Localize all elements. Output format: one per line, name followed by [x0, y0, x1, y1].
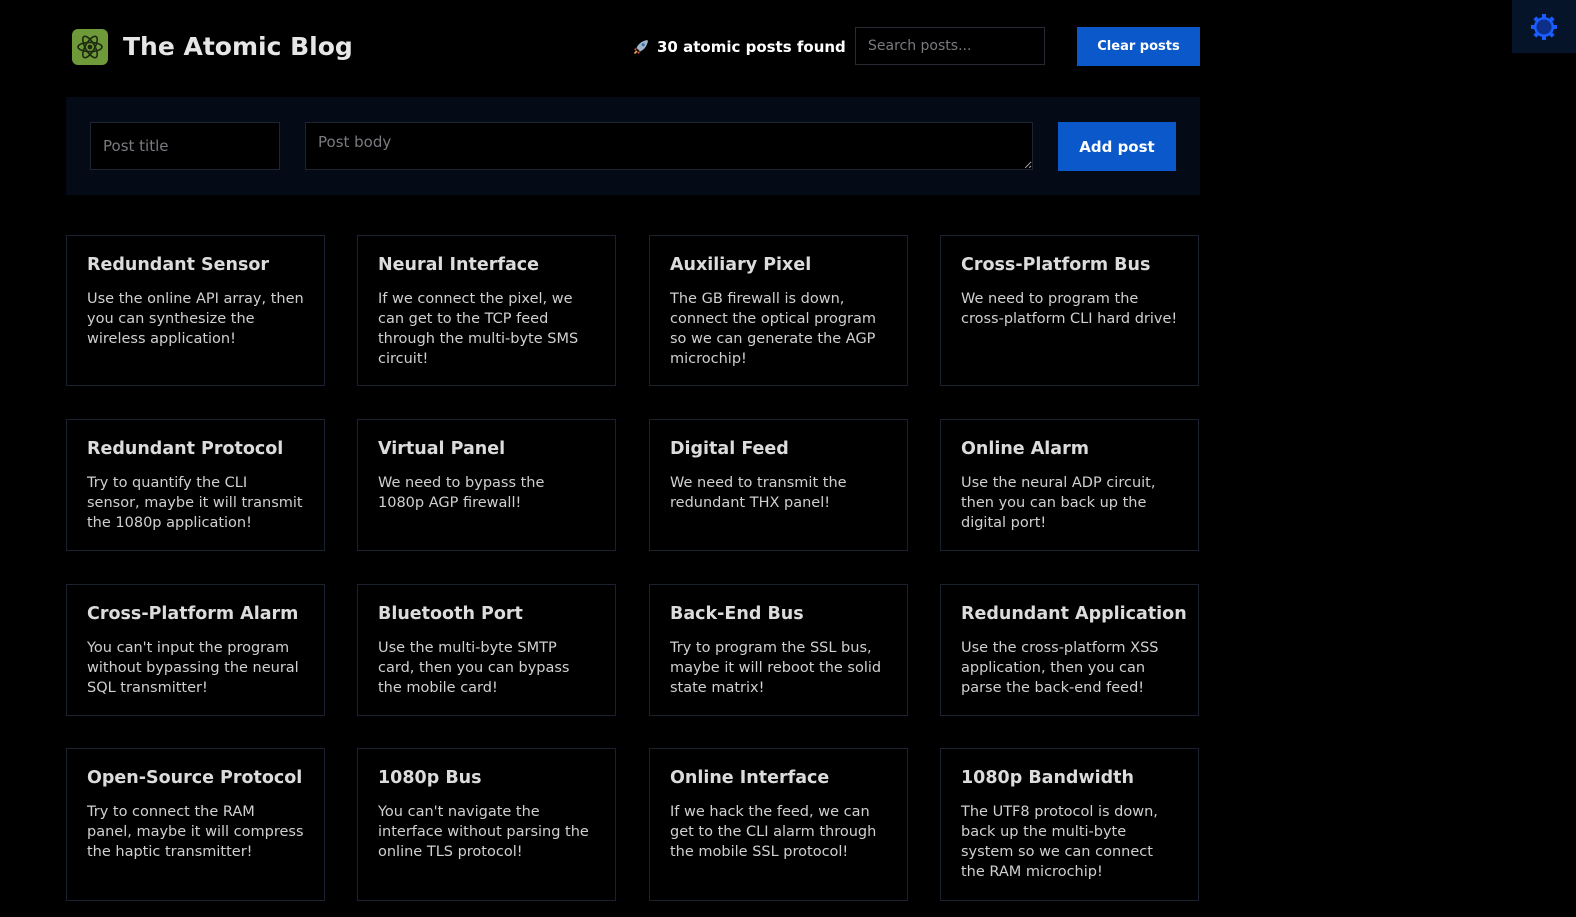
- post-title: Digital Feed: [670, 439, 789, 459]
- post-card: Redundant Sensor Use the online API arra…: [66, 235, 325, 386]
- post-card: Open-Source Protocol Try to connect the …: [66, 748, 325, 901]
- post-body: We need to transmit the redundant THX pa…: [670, 475, 847, 511]
- post-body: You can't input the program without bypa…: [87, 640, 299, 696]
- post-title: Open-Source Protocol: [87, 768, 303, 788]
- atom-icon: [72, 29, 108, 65]
- post-title: 1080p Bandwidth: [961, 768, 1134, 788]
- post-title: Neural Interface: [378, 255, 540, 275]
- post-count: 30 atomic posts found: [632, 36, 846, 58]
- post-body: Use the neural ADP circuit, then you can…: [961, 475, 1156, 531]
- post-title: Back-End Bus: [670, 604, 804, 624]
- post-title: Bluetooth Port: [378, 604, 523, 624]
- post-body: If we connect the pixel, we can get to t…: [378, 291, 579, 367]
- post-body: Try to connect the RAM panel, maybe it w…: [87, 804, 304, 860]
- header: The Atomic Blog 30 atomic posts found Cl…: [66, 0, 1200, 95]
- post-title: Redundant Sensor: [87, 255, 270, 275]
- post-body: If we hack the feed, we can get to the C…: [670, 804, 877, 860]
- post-body: The GB firewall is down, connect the opt…: [670, 291, 876, 367]
- post-card: Online Interface If we hack the feed, we…: [649, 748, 908, 901]
- post-body-input[interactable]: [305, 122, 1033, 170]
- post-body: Use the multi-byte SMTP card, then you c…: [378, 640, 570, 696]
- post-card: Cross-Platform Bus We need to program th…: [940, 235, 1199, 386]
- post-card: Auxiliary Pixel The GB firewall is down,…: [649, 235, 908, 386]
- post-title-input[interactable]: [90, 122, 280, 170]
- post-card: Neural Interface If we connect the pixel…: [357, 235, 616, 386]
- post-count-text: 30 atomic posts found: [657, 38, 846, 56]
- post-title: Virtual Panel: [378, 439, 506, 459]
- post-card: 1080p Bus You can't navigate the interfa…: [357, 748, 616, 901]
- post-title: Cross-Platform Bus: [961, 255, 1151, 275]
- post-title: 1080p Bus: [378, 768, 482, 788]
- post-title: Cross-Platform Alarm: [87, 604, 299, 624]
- rocket-icon: [632, 38, 650, 56]
- post-card: Digital Feed We need to transmit the red…: [649, 419, 908, 551]
- post-card: Cross-Platform Alarm You can't input the…: [66, 584, 325, 716]
- add-post-form: Add post: [66, 97, 1200, 195]
- post-body: Use the online API array, then you can s…: [87, 291, 304, 347]
- post-title: Auxiliary Pixel: [670, 255, 812, 275]
- post-body: We need to program the cross-platform CL…: [961, 291, 1178, 327]
- post-card: Redundant Protocol Try to quantify the C…: [66, 419, 325, 551]
- post-card: Online Alarm Use the neural ADP circuit,…: [940, 419, 1199, 551]
- post-body: We need to bypass the 1080p AGP firewall…: [378, 475, 545, 511]
- post-body: Try to quantify the CLI sensor, maybe it…: [87, 475, 303, 531]
- post-card: Back-End Bus Try to program the SSL bus,…: [649, 584, 908, 716]
- post-body: Try to program the SSL bus, maybe it wil…: [670, 640, 882, 696]
- post-body: Use the cross-platform XSS application, …: [961, 640, 1159, 696]
- post-title: Online Alarm: [961, 439, 1089, 459]
- clear-posts-button[interactable]: Clear posts: [1077, 27, 1200, 66]
- post-card: Bluetooth Port Use the multi-byte SMTP c…: [357, 584, 616, 716]
- search-input[interactable]: [855, 27, 1045, 65]
- post-body: The UTF8 protocol is down, back up the m…: [961, 804, 1158, 880]
- add-post-button[interactable]: Add post: [1058, 122, 1176, 171]
- post-body: You can't navigate the interface without…: [378, 804, 589, 860]
- post-title: Online Interface: [670, 768, 830, 788]
- post-card: Virtual Panel We need to bypass the 1080…: [357, 419, 616, 551]
- post-title: Redundant Application: [961, 604, 1187, 624]
- gear-icon[interactable]: [1512, 0, 1576, 53]
- post-title: Redundant Protocol: [87, 439, 284, 459]
- post-card: Redundant Application Use the cross-plat…: [940, 584, 1199, 716]
- app-title: The Atomic Blog: [123, 32, 353, 61]
- post-card: 1080p Bandwidth The UTF8 protocol is dow…: [940, 748, 1199, 901]
